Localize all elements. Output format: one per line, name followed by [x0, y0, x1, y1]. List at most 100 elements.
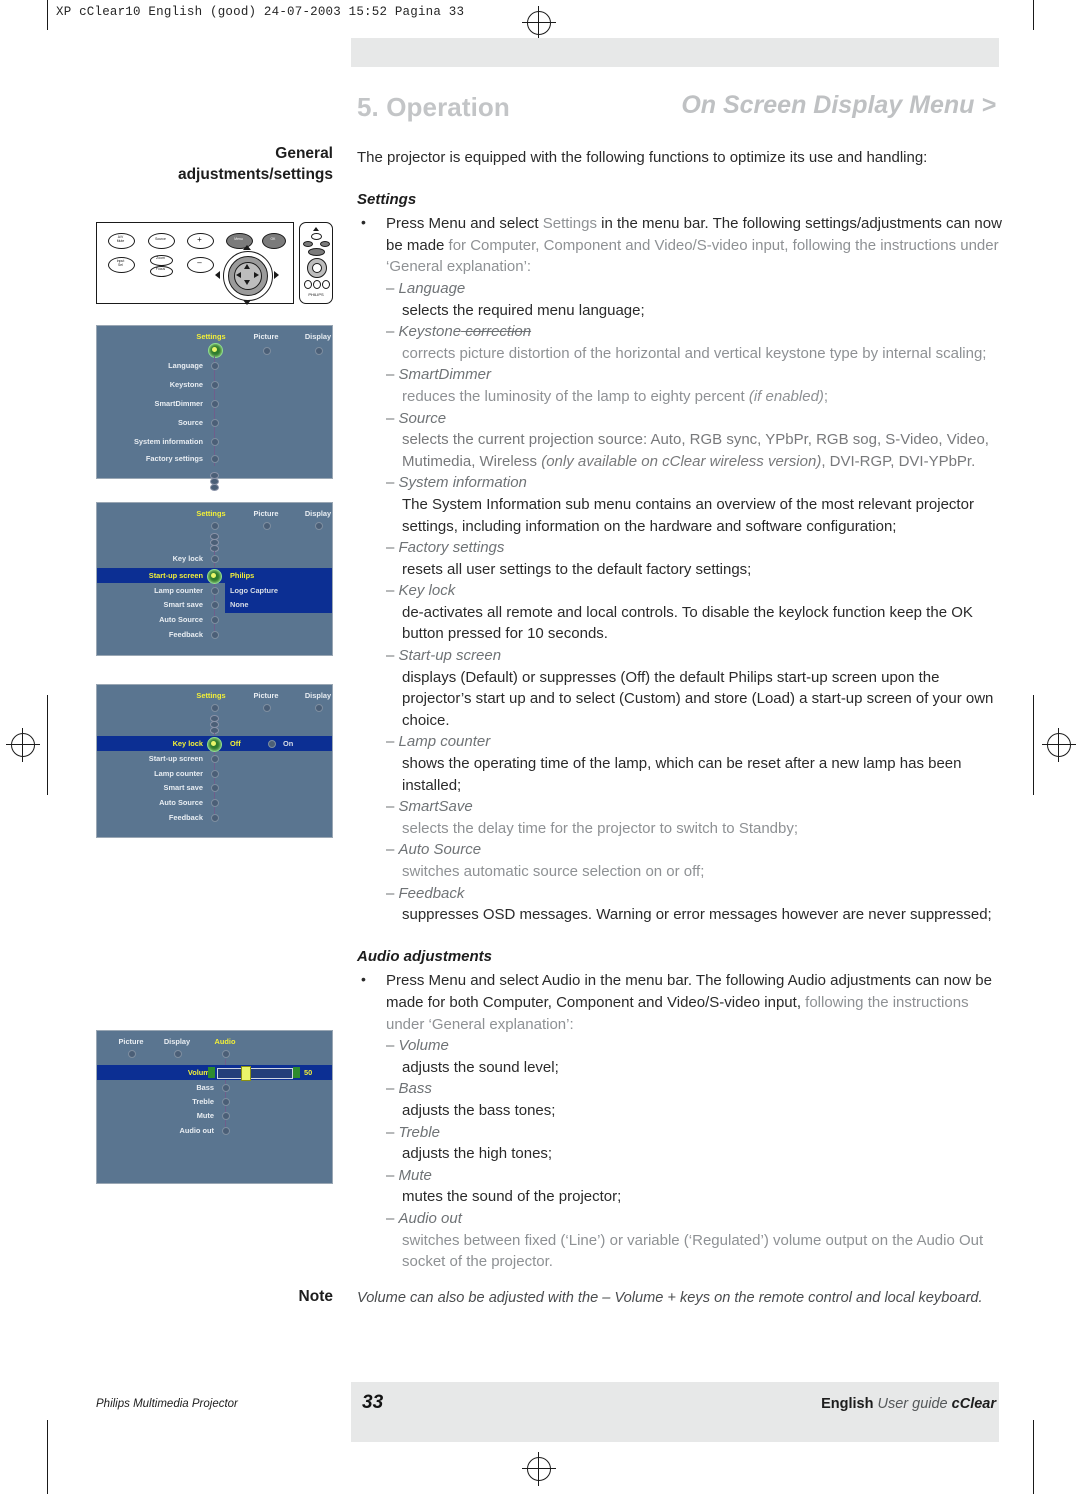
- osd2-tab-picture[interactable]: Picture: [238, 509, 294, 518]
- osd1-display-indicator: [315, 347, 323, 355]
- osd3-tab-picture[interactable]: Picture: [238, 691, 294, 700]
- term-text: System information: [398, 474, 527, 492]
- term-language: – Language: [386, 279, 466, 297]
- remote-control-illustration: PHILIPS: [299, 222, 333, 304]
- audio-bullet: Press Menu and select Audio in the menu …: [357, 969, 1002, 1035]
- osd1-row-label[interactable]: Language: [168, 361, 203, 370]
- slug-line: XP cClear10 English (good) 24-07-2003 15…: [56, 5, 465, 19]
- osd1-scroll-down-icon[interactable]: [210, 472, 219, 491]
- osd3-scroll-up-icon[interactable]: [210, 715, 219, 734]
- osd3-row-dot: [211, 755, 219, 763]
- control-panel-illustration: A/V Mute Input Sel Source Zoom Focus + – M…: [96, 222, 294, 305]
- osd3-option-on[interactable]: On: [283, 739, 293, 748]
- osd2-submenu-item[interactable]: None: [230, 600, 248, 609]
- osd3-row-label-selected[interactable]: Key lock: [173, 739, 203, 748]
- osd3-row-dot: [211, 799, 219, 807]
- note-label: Note: [298, 1288, 333, 1305]
- focus-label: Focus: [155, 267, 166, 271]
- term-text: Source: [398, 409, 447, 427]
- osd3-row-label[interactable]: Auto Source: [159, 798, 203, 807]
- osd2-tab-display[interactable]: Display: [290, 509, 346, 518]
- osd2-row-label[interactable]: Feedback: [169, 630, 203, 639]
- osd2-row-label-selected[interactable]: Start-up screen: [149, 571, 203, 580]
- zoom-label: Zoom: [156, 256, 165, 260]
- settings-bullet-part1: Press Menu and select: [386, 215, 543, 233]
- settings-heading: Settings: [357, 190, 417, 208]
- term-auto-source: – Auto Source: [386, 841, 482, 859]
- sidebar-heading-line2: adjustments/settings: [177, 166, 333, 183]
- term-text: Audio out: [398, 1209, 462, 1227]
- osd2-submenu-item[interactable]: Logo Capture: [230, 586, 278, 595]
- desc-language: selects the required menu language;: [402, 301, 645, 319]
- osd4-row-label[interactable]: Treble: [192, 1097, 214, 1106]
- osd3-option-off[interactable]: Off: [230, 739, 241, 748]
- settings-bullet: Press Menu and select Settings in the me…: [357, 212, 1002, 278]
- osd1-row-label[interactable]: SmartDimmer: [155, 399, 203, 408]
- osd4-row-label[interactable]: Mute: [197, 1111, 214, 1120]
- footer-language: English: [821, 1396, 874, 1412]
- osd4-row-label[interactable]: Audio out: [180, 1126, 214, 1135]
- remote-top-left-button-glyph: [303, 241, 313, 247]
- osd2-row-label[interactable]: Lamp counter: [154, 586, 203, 595]
- desc-lamp-counter: shows the operating time of the lamp, wh…: [402, 755, 962, 794]
- term-volume: – Volume: [386, 1037, 449, 1055]
- osd3-row-label[interactable]: Lamp counter: [154, 769, 203, 778]
- sidebar-heading-line1: General: [275, 145, 333, 162]
- desc-treble: adjusts the high tones;: [402, 1145, 553, 1163]
- audio-heading: Audio adjustments: [357, 947, 493, 965]
- osd3-row-label[interactable]: Start-up screen: [149, 754, 203, 763]
- osd3-row-label[interactable]: Feedback: [169, 813, 203, 822]
- osd1-row-label[interactable]: Factory settings: [146, 454, 203, 463]
- remote-key-1-glyph: [304, 280, 312, 289]
- osd4-volume-slider[interactable]: [217, 1068, 293, 1079]
- term-text: Factory settings: [398, 539, 505, 557]
- term-startup-screen: – Start-up screen: [386, 647, 502, 665]
- term-text: Start-up screen: [398, 647, 502, 665]
- osd1-tab-settings[interactable]: Settings: [183, 332, 239, 341]
- osd1-row-dot: [211, 362, 219, 370]
- nav-up-icon: [244, 264, 250, 269]
- desc-system-information: The System Information sub menu contains…: [402, 495, 974, 535]
- osd4-row-label[interactable]: Bass: [196, 1083, 214, 1092]
- crop-mark-right-upper: [1033, 695, 1034, 795]
- osd2-row-label[interactable]: Smart save: [164, 600, 203, 609]
- osd3-option-on-radio[interactable]: [268, 740, 276, 748]
- desc-startup-screen: displays (Default) or suppresses (Off) t…: [402, 668, 994, 729]
- term-text: Key lock: [398, 582, 456, 600]
- osd4-row-dot: [222, 1127, 230, 1135]
- osd3-tab-display[interactable]: Display: [290, 691, 346, 700]
- osd2-row-label[interactable]: Auto Source: [159, 615, 203, 624]
- osd1-tab-display[interactable]: Display: [290, 332, 346, 341]
- osd2-selected-indicator: [207, 569, 222, 584]
- term-lamp-counter: – Lamp counter: [386, 733, 491, 751]
- osd3-row-label[interactable]: Smart save: [164, 783, 203, 792]
- desc-audio-out: switches between fixed (‘Line’) or varia…: [402, 1231, 984, 1271]
- osd-screenshot-settings: Settings Picture Display Language Keysto…: [96, 325, 333, 491]
- osd2-row-label[interactable]: Key lock: [173, 554, 203, 563]
- term-smartdimmer: – SmartDimmer: [386, 366, 492, 384]
- header-band: [351, 38, 999, 67]
- osd4-volume-knob[interactable]: [241, 1066, 251, 1081]
- desc-italic: (if enabled): [748, 387, 824, 405]
- osd4-row-dot: [222, 1098, 230, 1106]
- desc-mute: mutes the sound of the projector;: [402, 1188, 622, 1206]
- term-text: Lamp counter: [398, 733, 491, 751]
- remote-key-3-glyph: [322, 280, 330, 289]
- osd2-tab-settings[interactable]: Settings: [183, 509, 239, 518]
- page-title: 5. Operation: [357, 92, 510, 122]
- osd3-tab-settings[interactable]: Settings: [183, 691, 239, 700]
- crop-mark-right-bottom: [1033, 1420, 1034, 1494]
- osd2-scroll-up-icon[interactable]: [210, 533, 219, 552]
- osd4-tab-audio[interactable]: Audio: [197, 1037, 253, 1046]
- registration-mark-top: [522, 6, 556, 40]
- osd1-row-label[interactable]: Keystone: [170, 380, 203, 389]
- osd1-row-label[interactable]: Source: [178, 418, 203, 427]
- footer-right-text: English User guide cClear: [821, 1396, 996, 1412]
- input-select-label: Input Sel: [116, 259, 125, 267]
- osd2-submenu-item-selected[interactable]: Philips: [230, 571, 254, 580]
- osd1-tab-picture[interactable]: Picture: [238, 332, 294, 341]
- nav-marker-left: [215, 271, 220, 279]
- osd3-settings-indicator: [211, 704, 219, 712]
- osd4-slider-right-cap: [293, 1067, 300, 1078]
- osd1-row-label[interactable]: System information: [134, 437, 203, 446]
